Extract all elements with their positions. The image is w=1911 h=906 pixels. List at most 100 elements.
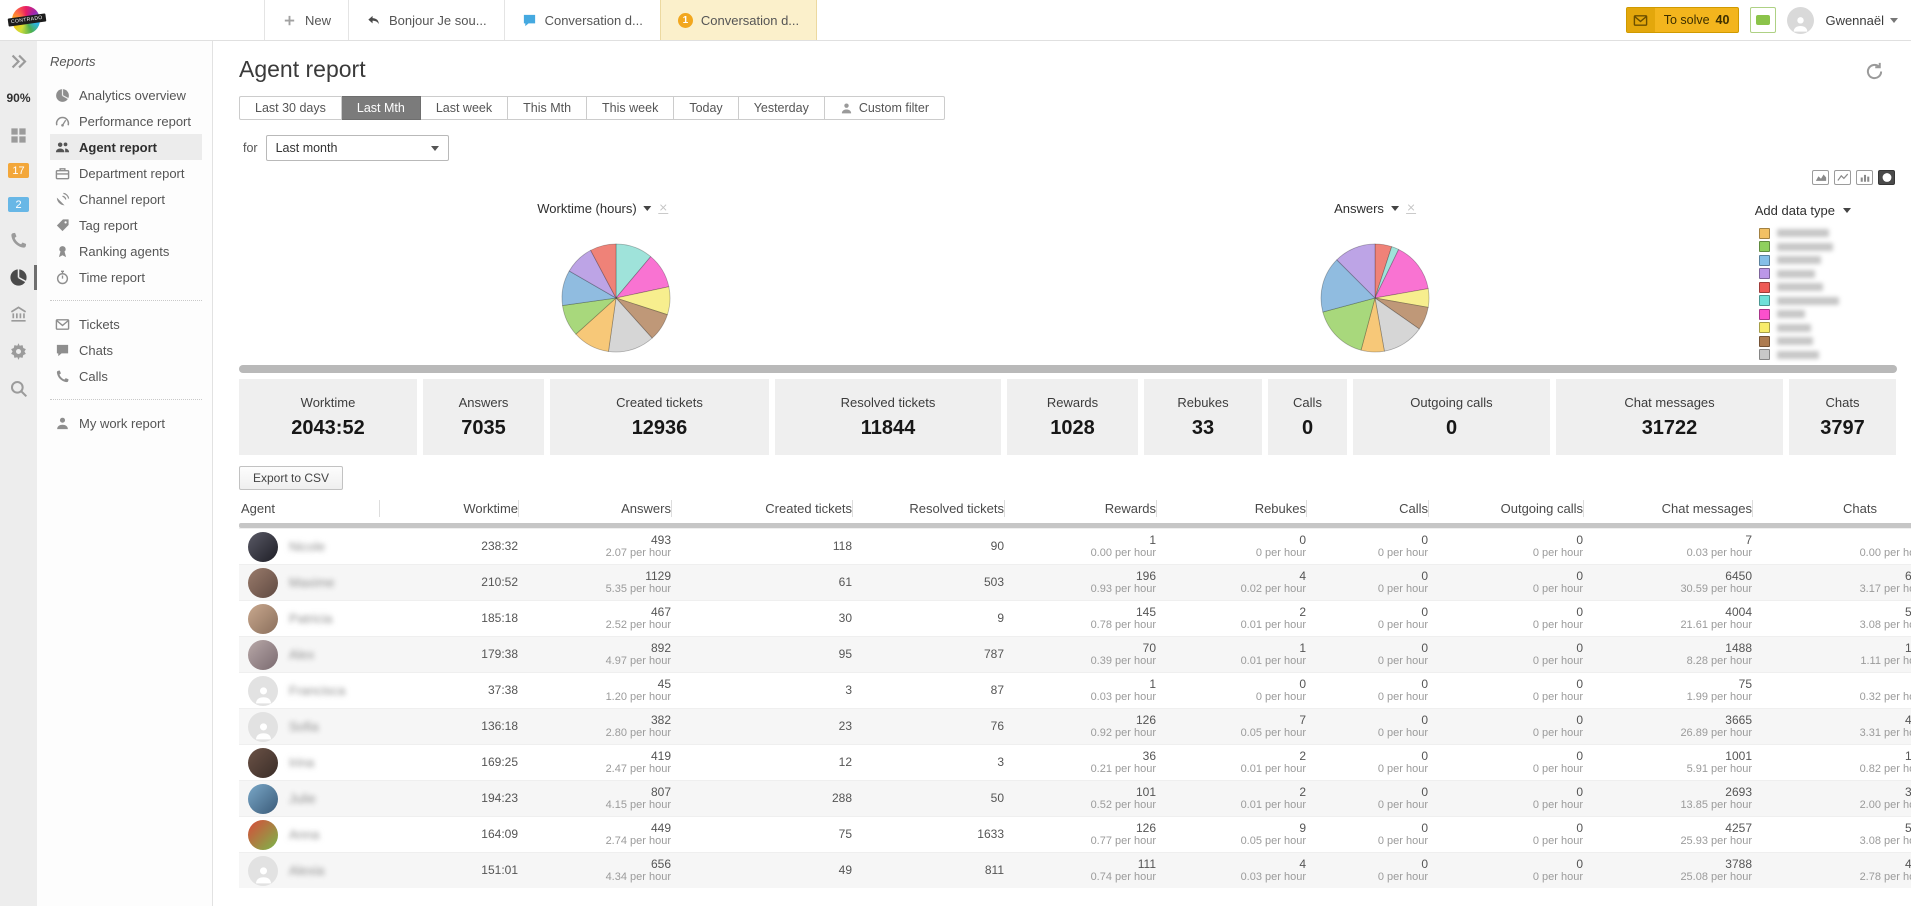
- sidebar-item-chats[interactable]: Chats: [50, 337, 202, 363]
- topbar-tab-conversation-d-3[interactable]: 1Conversation d...: [660, 0, 817, 40]
- cell-value: 90: [852, 540, 1004, 553]
- topbar-tab-conversation-d-2[interactable]: Conversation d...: [504, 0, 660, 40]
- to-solve-button[interactable]: To solve 40: [1626, 7, 1740, 33]
- cell-value: 4: [1156, 858, 1306, 871]
- table-row[interactable]: Alex179:388924.97 per hour95787700.39 pe…: [239, 636, 1911, 672]
- cell-rate: 3.17 per hour: [1752, 583, 1911, 596]
- app-logo[interactable]: CONTRADO: [0, 0, 52, 40]
- column-header-chats[interactable]: Chats: [1752, 500, 1911, 517]
- column-header-resolved-tickets[interactable]: Resolved tickets: [852, 500, 1004, 517]
- cell-value: 0: [1156, 534, 1306, 547]
- column-header-chat-messages[interactable]: Chat messages: [1583, 500, 1752, 517]
- collapse-sidebar-button[interactable]: [9, 52, 28, 70]
- horizontal-scrollbar[interactable]: [239, 365, 1897, 373]
- table-row[interactable]: Alexia151:016564.34 per hour498111110.74…: [239, 852, 1911, 888]
- chart-legend: [1759, 228, 1839, 360]
- table-row[interactable]: Nicole238:324932.07 per hour1189010.00 p…: [239, 528, 1911, 564]
- topbar-tab-new-0[interactable]: New: [264, 0, 348, 40]
- user-avatar[interactable]: [1787, 7, 1814, 34]
- sidebar-item-ranking-agents[interactable]: Ranking agents: [50, 238, 202, 264]
- chevron-down-icon[interactable]: [644, 206, 652, 211]
- sidebar-item-tickets[interactable]: Tickets: [50, 311, 202, 337]
- filter-tab-last-30-days[interactable]: Last 30 days: [239, 96, 342, 120]
- cell-rate: 0 per hour: [1306, 799, 1428, 812]
- sidebar-item-calls[interactable]: Calls: [50, 363, 202, 389]
- add-data-type-dropdown[interactable]: Add data type: [1755, 203, 1851, 218]
- cell-value: 194:23: [379, 792, 518, 805]
- chat-status-button[interactable]: [1750, 7, 1776, 33]
- column-header-created-tickets[interactable]: Created tickets: [671, 500, 852, 517]
- table-row[interactable]: Julie194:238074.15 per hour288501010.52 …: [239, 780, 1911, 816]
- period-select[interactable]: Last month: [266, 135, 449, 161]
- avatar: [248, 856, 278, 886]
- chart1-close-icon[interactable]: [659, 204, 669, 214]
- column-header-answers[interactable]: Answers: [518, 500, 671, 517]
- reports-icon[interactable]: [9, 268, 28, 286]
- stat-card-rebukes: Rebukes33: [1144, 379, 1262, 455]
- agent-cell: Julie: [239, 784, 379, 814]
- settings-gear-icon[interactable]: [9, 342, 28, 360]
- cell-rate: 2.80 per hour: [518, 727, 671, 740]
- chat-icon: [55, 343, 70, 358]
- legend-item: [1759, 336, 1839, 346]
- chart-toggle-area[interactable]: [1812, 170, 1829, 185]
- column-header-worktime[interactable]: Worktime: [379, 500, 518, 517]
- filter-tab-this-week[interactable]: This week: [587, 96, 674, 120]
- column-header-rewards[interactable]: Rewards: [1004, 500, 1156, 517]
- cell-rate: 0.78 per hour: [1004, 619, 1156, 632]
- table-row[interactable]: Sofia136:183822.80 per hour23761260.92 p…: [239, 708, 1911, 744]
- legend-swatch: [1759, 228, 1770, 239]
- stat-value: 3797: [1820, 417, 1865, 440]
- cell-value: 1: [1004, 678, 1156, 691]
- legend-swatch: [1759, 282, 1770, 293]
- filter-tab-this-mth[interactable]: This Mth: [508, 96, 587, 120]
- legend-label-blurred: [1777, 324, 1811, 332]
- column-header-outgoing-calls[interactable]: Outgoing calls: [1428, 500, 1583, 517]
- sidebar-item-agent-report[interactable]: Agent report: [50, 134, 202, 160]
- tickets-count-badge[interactable]: 17: [8, 163, 29, 178]
- cell-value: 164:09: [379, 828, 518, 841]
- sidebar-item-label: Chats: [79, 343, 113, 358]
- sidebar-item-label: Calls: [79, 369, 108, 384]
- chart-toggle-bar[interactable]: [1856, 170, 1873, 185]
- chats-count-badge[interactable]: 2: [8, 197, 29, 212]
- table-row[interactable]: Francisca37:38451.20 per hour38710.03 pe…: [239, 672, 1911, 708]
- filter-tab-today[interactable]: Today: [674, 96, 738, 120]
- user-menu[interactable]: Gwennaël: [1825, 13, 1898, 28]
- cell-value: 0: [1428, 642, 1583, 655]
- sidebar-item-performance-report[interactable]: Performance report: [50, 108, 202, 134]
- chart-toggle-line[interactable]: [1834, 170, 1851, 185]
- cell-value: 136:18: [379, 720, 518, 733]
- sidebar-item-analytics-overview[interactable]: Analytics overview: [50, 82, 202, 108]
- chart-toggle-pie[interactable]: [1878, 170, 1895, 185]
- sidebar-item-time-report[interactable]: Time report: [50, 264, 202, 290]
- export-to-csv-button[interactable]: Export to CSV: [239, 466, 343, 490]
- table-row[interactable]: Irina169:254192.47 per hour123360.21 per…: [239, 744, 1911, 780]
- avatar: [248, 712, 278, 742]
- agent-availability-percent[interactable]: 90%: [9, 89, 28, 107]
- dashboard-grid-icon[interactable]: [9, 126, 28, 144]
- customers-icon[interactable]: [9, 305, 28, 323]
- table-row[interactable]: Patricia185:184672.52 per hour3091450.78…: [239, 600, 1911, 636]
- filter-tab-yesterday[interactable]: Yesterday: [739, 96, 825, 120]
- legend-item: [1759, 269, 1839, 279]
- sidebar-item-channel-report[interactable]: Channel report: [50, 186, 202, 212]
- column-header-calls[interactable]: Calls: [1306, 500, 1428, 517]
- topbar-tab-bonjour-je-sou-1[interactable]: Bonjour Je sou...: [348, 0, 504, 40]
- search-icon[interactable]: [9, 379, 28, 397]
- sidebar-item-department-report[interactable]: Department report: [50, 160, 202, 186]
- refresh-icon[interactable]: [1864, 61, 1885, 82]
- sidebar-item-tag-report[interactable]: Tag report: [50, 212, 202, 238]
- filter-tab-last-week[interactable]: Last week: [421, 96, 508, 120]
- sidebar-item-my-work-report[interactable]: My work report: [50, 410, 202, 436]
- chart2-close-icon[interactable]: [1406, 204, 1416, 214]
- column-header-rebukes[interactable]: Rebukes: [1156, 500, 1306, 517]
- chevron-down-icon[interactable]: [1391, 206, 1399, 211]
- table-row[interactable]: Maxime210:5211295.35 per hour615031960.9…: [239, 564, 1911, 600]
- filter-tab-last-mth[interactable]: Last Mth: [342, 96, 421, 120]
- column-header-agent[interactable]: Agent: [239, 500, 379, 517]
- filter-tab-custom-filter[interactable]: Custom filter: [825, 96, 945, 120]
- table-row[interactable]: Anna164:094492.74 per hour7516331260.77 …: [239, 816, 1911, 852]
- calls-icon[interactable]: [9, 231, 28, 249]
- cell-chat-messages: 751.99 per hour: [1583, 678, 1752, 704]
